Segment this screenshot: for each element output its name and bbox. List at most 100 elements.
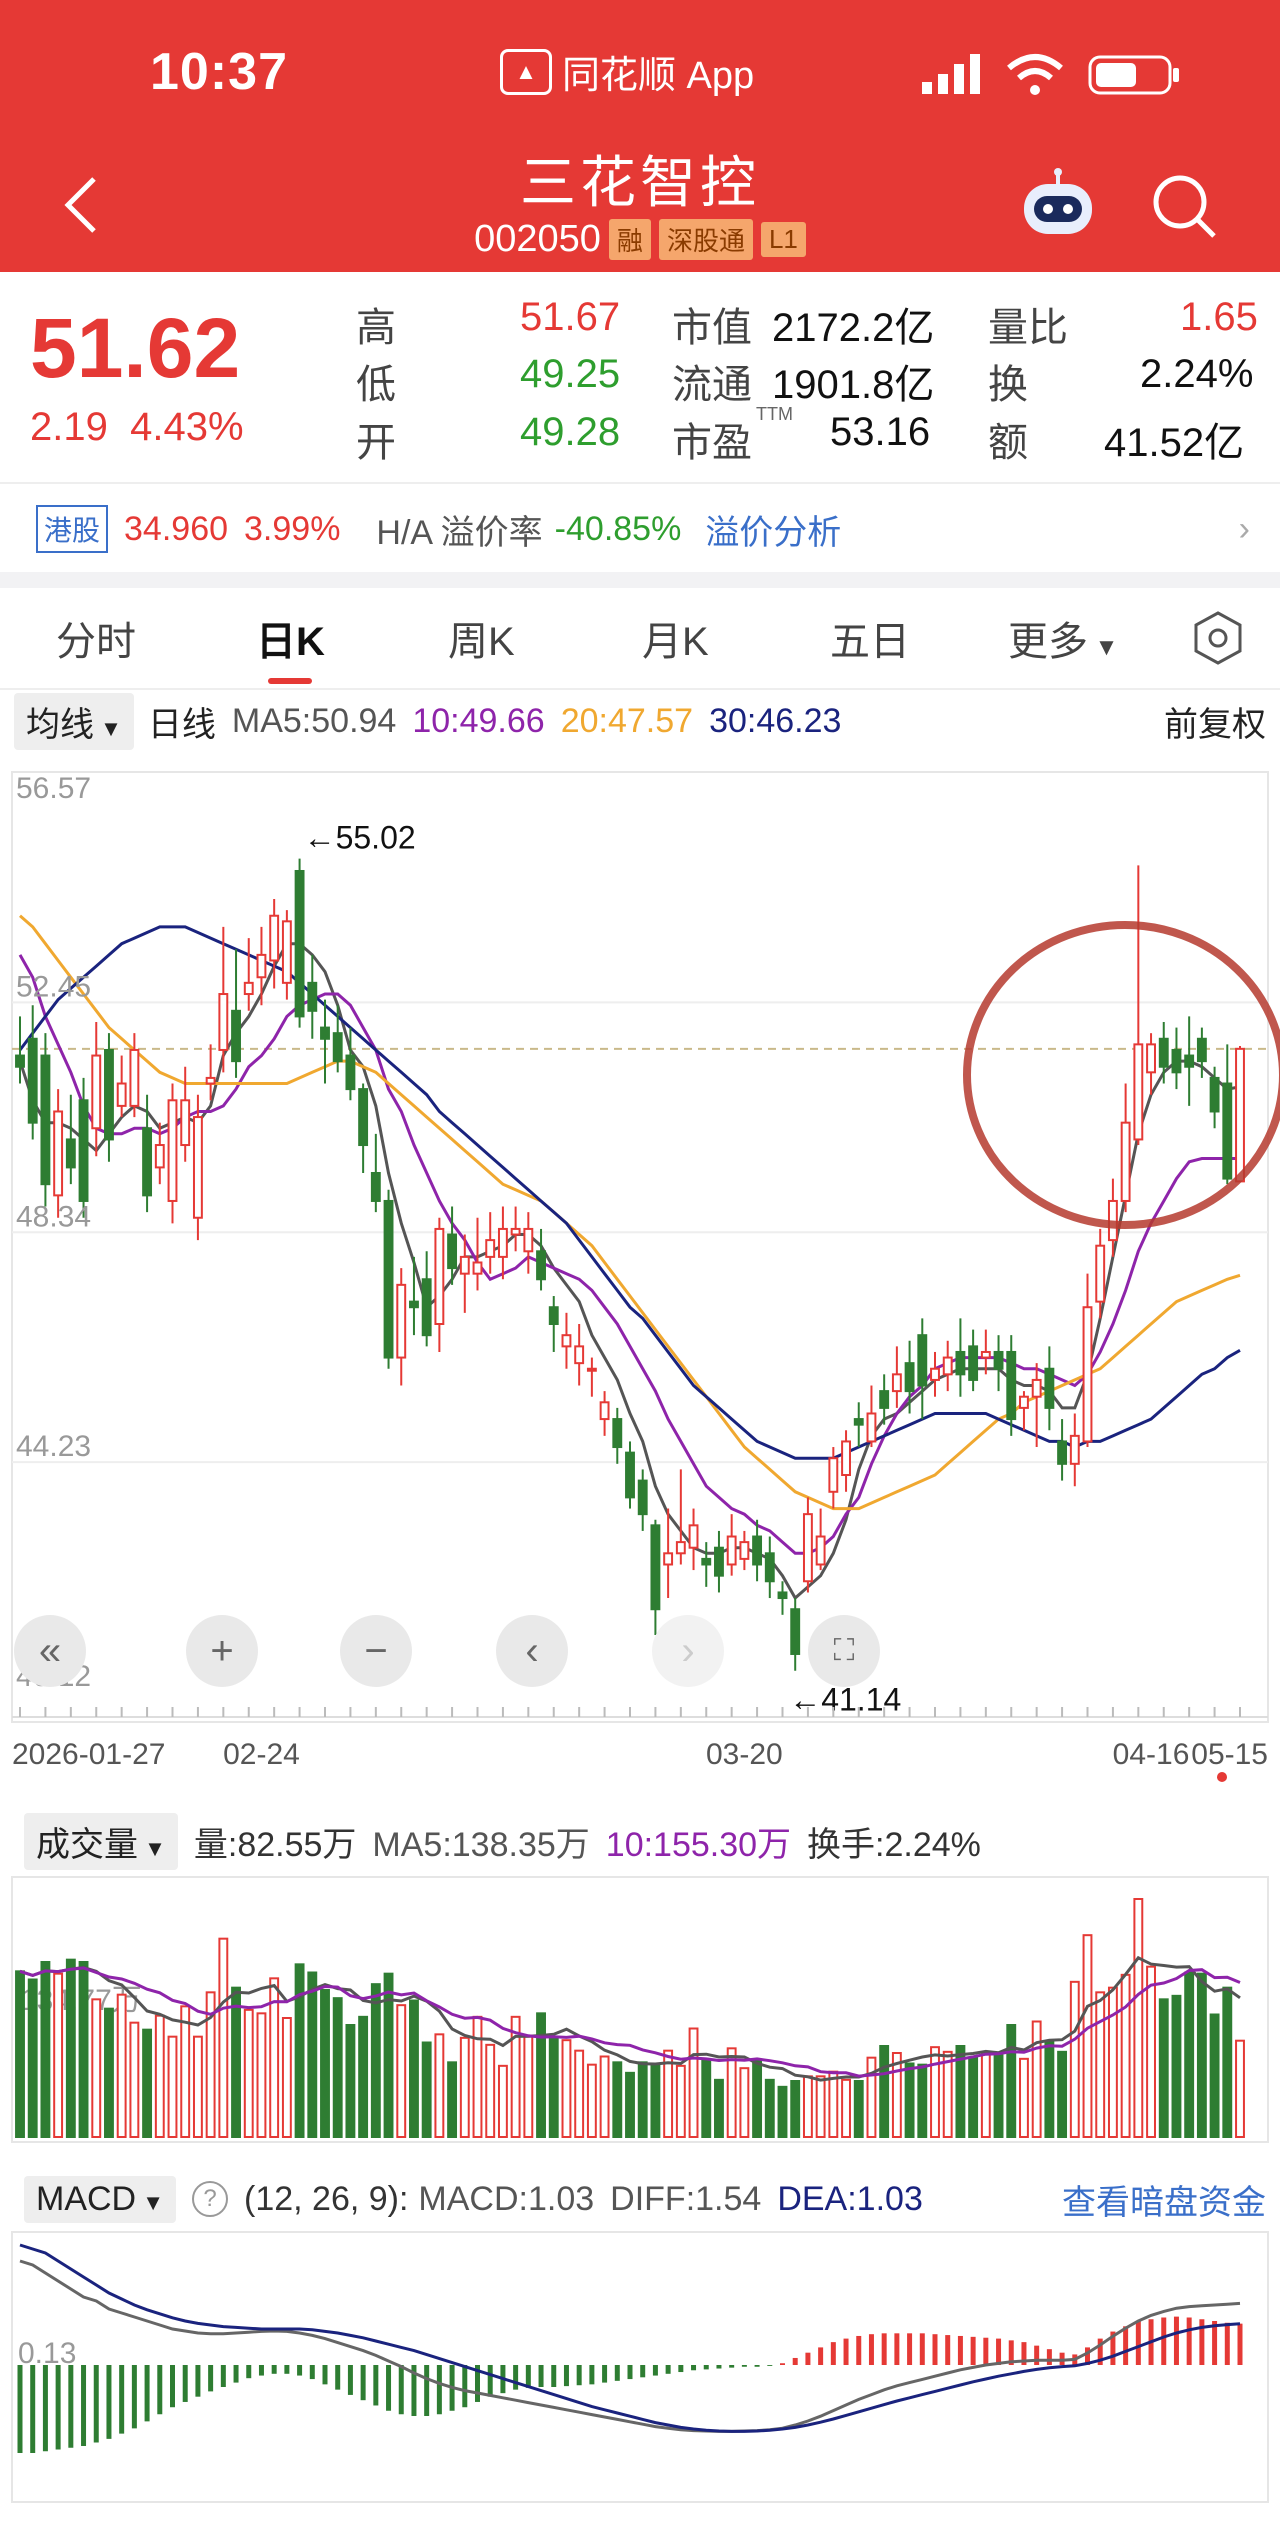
candle-body xyxy=(167,1099,178,1202)
fullscreen-icon[interactable]: ⛶ xyxy=(808,1615,880,1687)
chart-tabs: 分时 日K 周K 月K 五日 更多 ▼ xyxy=(0,588,1280,690)
indicator-dropdown[interactable]: 均线 ▼ xyxy=(14,692,134,750)
tab-intraday[interactable]: 分时 xyxy=(56,609,136,667)
volume-ratio-value: 1.65 xyxy=(1180,295,1258,339)
candle-body xyxy=(142,1127,153,1197)
dark-pool-link[interactable]: 查看暗盘资金 xyxy=(1062,2175,1266,2224)
macd-dropdown[interactable]: MACD ▼ xyxy=(24,2175,176,2223)
candle-body xyxy=(917,1334,928,1387)
premium-value: -40.85% xyxy=(554,509,682,548)
adjust-mode[interactable]: 前复权 xyxy=(1164,697,1266,746)
chevron-right-icon: › xyxy=(1238,509,1250,548)
candle-body xyxy=(27,1037,38,1124)
volume-bar xyxy=(1171,1994,1182,2139)
volume-bar xyxy=(726,2047,737,2138)
robot-assistant-icon[interactable] xyxy=(1018,168,1098,245)
candle-body xyxy=(192,1116,203,1219)
candle-body xyxy=(345,1054,356,1091)
candle-body xyxy=(536,1250,546,1281)
volume-bar xyxy=(650,2064,661,2138)
volume-bar xyxy=(307,1971,318,2138)
price-change: 2.19 4.43% xyxy=(30,405,244,450)
open-value: 49.28 xyxy=(520,410,621,454)
candle-body xyxy=(561,1334,572,1348)
volume-bar xyxy=(332,1997,343,2138)
volume-bar xyxy=(968,2056,979,2139)
premium-label: H/A 溢价率 xyxy=(376,513,543,552)
ma30-value: 30:46.23 xyxy=(709,701,842,740)
stock-code: 002050 xyxy=(474,218,601,260)
high-marker: ←55.02 xyxy=(304,820,416,856)
dea-value: DEA:1.03 xyxy=(777,2179,923,2218)
app-logo-icon: ▲ xyxy=(500,48,552,95)
candle-body xyxy=(1120,1121,1131,1202)
volume-bar xyxy=(154,2014,165,2139)
diff-value: DIFF:1.54 xyxy=(610,2179,762,2218)
wifi-icon xyxy=(1005,52,1065,101)
tab-five-day[interactable]: 五日 xyxy=(830,609,910,667)
volume-bar xyxy=(701,2059,712,2138)
candle-body xyxy=(231,1009,241,1063)
premium-analysis-link[interactable]: 溢价分析 xyxy=(705,505,841,554)
candle-body xyxy=(955,1350,966,1376)
help-icon[interactable]: ? xyxy=(192,2181,228,2217)
zoom-out-icon[interactable]: − xyxy=(340,1615,412,1687)
hk-premium-row[interactable]: 港股 34.960 3.99% H/A 溢价率 -40.85% 溢价分析 › xyxy=(0,482,1280,574)
volume-value: 量:82.55万 xyxy=(193,1825,357,1864)
x-tick-label: 2026-01-27 xyxy=(12,1738,165,1771)
zoom-in-icon[interactable]: + xyxy=(186,1615,258,1687)
hk-pct: 3.99% xyxy=(244,509,341,548)
volume-bar xyxy=(243,2008,254,2138)
rewind-icon[interactable]: « xyxy=(14,1615,86,1687)
volume-chart[interactable]: 134.77万 xyxy=(0,1872,1280,2152)
candle-body xyxy=(510,1227,521,1236)
search-icon[interactable] xyxy=(1150,172,1220,247)
scroll-left-icon[interactable]: ‹ xyxy=(496,1615,568,1687)
candle-body xyxy=(421,1278,432,1337)
volume-bar xyxy=(104,2007,114,2138)
volume-bar xyxy=(1031,2020,1042,2138)
volume-bar xyxy=(828,2070,839,2139)
period-label: 日线 xyxy=(147,705,216,744)
settings-hexagon-icon[interactable] xyxy=(1190,610,1246,676)
candle-body xyxy=(53,1110,64,1197)
candle-body xyxy=(980,1350,991,1359)
candle-body xyxy=(574,1345,585,1365)
tab-more[interactable]: 更多 ▼ xyxy=(1008,609,1118,667)
macd-params: (12, 26, 9): xyxy=(244,2179,409,2218)
candle-body xyxy=(1235,1047,1245,1183)
candle-body xyxy=(688,1524,699,1549)
volume-bar xyxy=(65,1958,76,2138)
candle-body xyxy=(1133,1043,1144,1141)
tab-more-label: 更多 xyxy=(1008,620,1088,664)
candle-body xyxy=(1082,1306,1093,1443)
candle-body xyxy=(459,1255,470,1275)
volume-bar xyxy=(409,1999,419,2138)
macd-chart[interactable]: 0.13 xyxy=(0,2230,1280,2510)
tab-monthly-k[interactable]: 月K xyxy=(642,609,709,667)
candle-body xyxy=(650,1524,661,1611)
volume-bar xyxy=(294,1963,305,2139)
candle-body xyxy=(15,1054,25,1068)
status-time: 10:37 xyxy=(150,43,288,101)
y-tick-label: 48.34 xyxy=(16,1200,91,1233)
volume-dropdown[interactable]: 成交量 ▼ xyxy=(24,1812,178,1870)
volume-bar xyxy=(688,2027,699,2138)
candle-body xyxy=(1184,1054,1195,1068)
scroll-right-icon[interactable]: › xyxy=(652,1615,724,1687)
volume-bar xyxy=(802,2075,813,2138)
candle-body xyxy=(930,1367,940,1381)
x-tick-label: 02-24 xyxy=(223,1738,300,1771)
tab-daily-k[interactable]: 日K xyxy=(256,609,325,667)
volume-bar xyxy=(497,2064,508,2138)
volume-bar xyxy=(574,2049,585,2139)
dea-line xyxy=(19,2243,1241,2433)
volume-bar xyxy=(917,2063,928,2139)
tab-weekly-k[interactable]: 周K xyxy=(448,609,515,667)
candle-body xyxy=(663,1552,674,1566)
candle-body xyxy=(726,1535,737,1566)
volume-bar xyxy=(142,2028,153,2139)
volume-bar xyxy=(167,2035,178,2139)
candle-body xyxy=(154,1144,165,1169)
macd-legend-row: MACD ▼ ? (12, 26, 9): MACD:1.03 DIFF:1.5… xyxy=(0,2168,1280,2230)
